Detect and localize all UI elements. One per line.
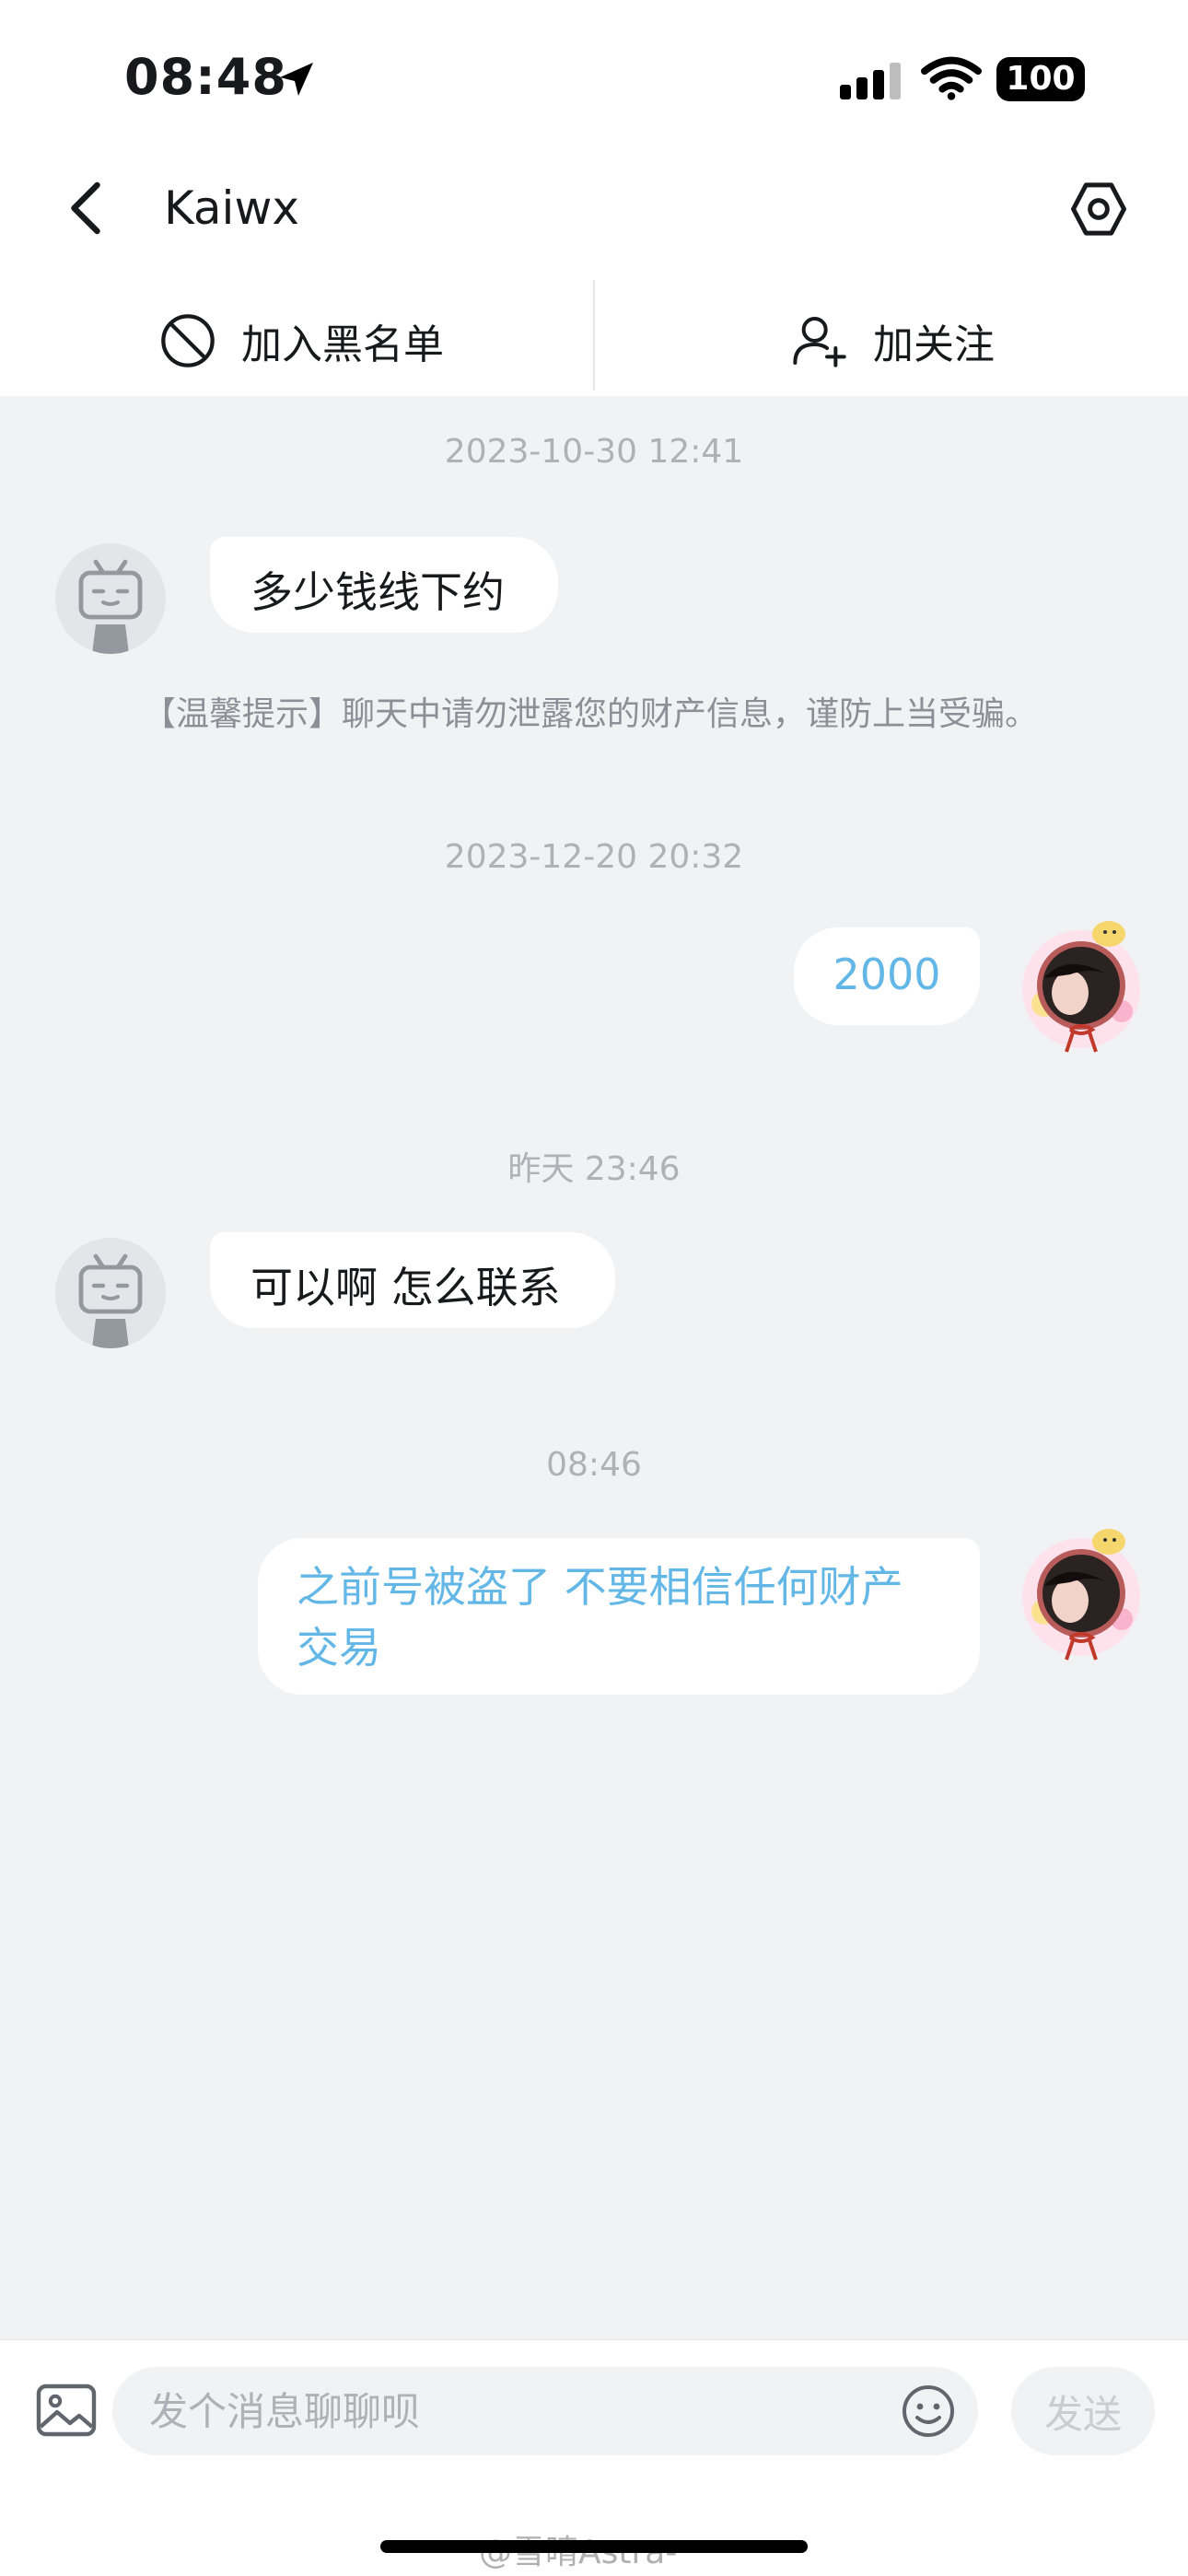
block-icon	[161, 314, 215, 367]
location-arrow-icon	[280, 63, 313, 96]
timestamp: 昨天 23:46	[507, 1150, 681, 1188]
wifi-icon	[921, 56, 982, 100]
action-divider	[593, 280, 595, 390]
my-avatar[interactable]	[1004, 912, 1151, 1059]
message-bubble-outgoing[interactable]: 之前号被盗了 不要相信任何财产交易	[258, 1538, 980, 1695]
status-time: 08:48	[124, 48, 287, 106]
contact-avatar[interactable]	[55, 1238, 166, 1348]
message-input[interactable]	[112, 2367, 978, 2455]
my-avatar-image	[1022, 1529, 1140, 1661]
message-bubble-incoming[interactable]: 多少钱线下约	[210, 537, 558, 633]
battery-indicator: 100	[996, 57, 1085, 101]
cellular-signal-icon	[840, 63, 901, 99]
emoji-icon[interactable]	[901, 2384, 956, 2439]
image-picker-icon[interactable]	[35, 2382, 98, 2439]
safety-tip: 【温馨提示】聊天中请勿泄露您的财产信息，谨防上当受骗。	[143, 695, 1039, 733]
add-user-icon	[793, 317, 846, 367]
send-button[interactable]: 发送	[1011, 2367, 1155, 2455]
timestamp: 08:46	[546, 1446, 642, 1484]
my-avatar-image	[1022, 921, 1140, 1053]
message-bubble-incoming[interactable]: 可以啊 怎么联系	[210, 1232, 615, 1328]
back-arrow-icon[interactable]	[61, 181, 111, 236]
timestamp: 2023-12-20 20:32	[444, 838, 744, 876]
my-avatar[interactable]	[1004, 1520, 1151, 1667]
settings-hexagon-icon[interactable]	[1068, 179, 1129, 239]
timestamp: 2023-10-30 12:41	[444, 433, 744, 471]
battery-tip	[1079, 70, 1085, 88]
blacklist-button[interactable]: 加入黑名单	[158, 295, 444, 387]
home-indicator	[380, 2540, 808, 2553]
default-avatar-tv-icon	[78, 1253, 143, 1348]
follow-label: 加关注	[873, 321, 995, 368]
default-avatar-tv-icon	[78, 559, 143, 654]
page-title: Kaiwx	[164, 181, 299, 235]
blacklist-label: 加入黑名单	[241, 321, 444, 368]
follow-button[interactable]: 加关注	[790, 295, 995, 387]
contact-avatar[interactable]	[55, 543, 166, 654]
message-bubble-outgoing[interactable]: 2000	[794, 927, 980, 1025]
